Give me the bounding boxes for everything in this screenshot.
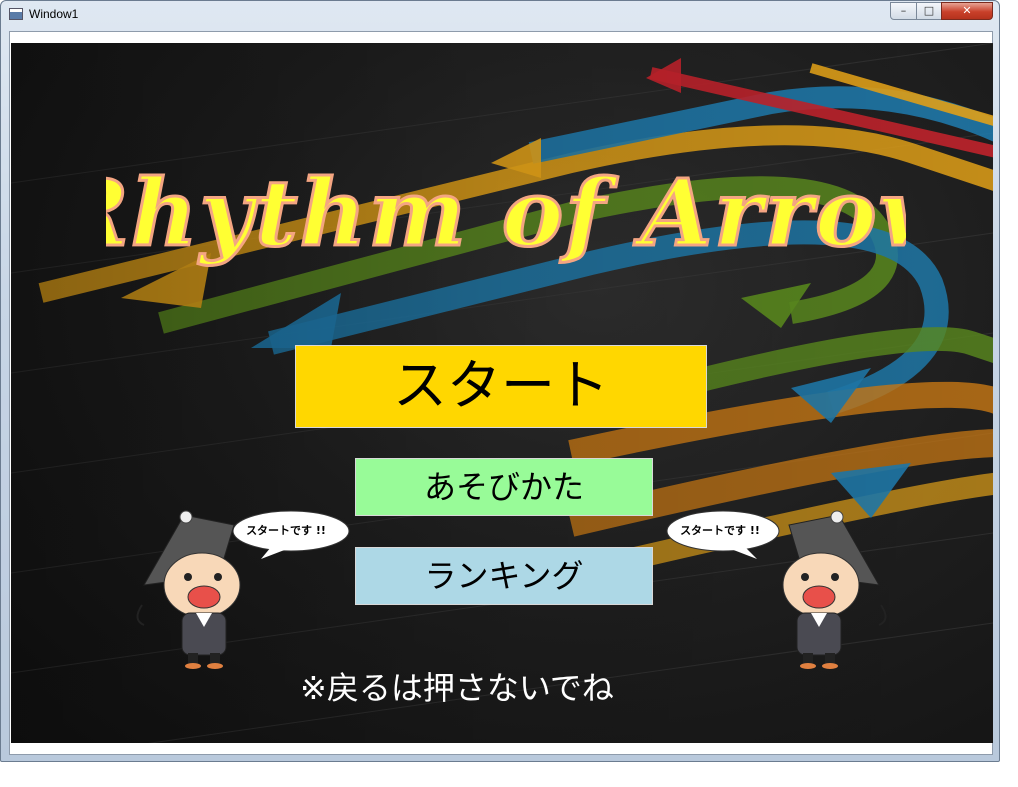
start-button[interactable]: スタート [295, 345, 707, 428]
ranking-button[interactable]: ランキング [355, 547, 653, 605]
notice-text: ※戻るは押さないでね [300, 669, 614, 707]
how-to-play-button[interactable]: あそびかた [355, 458, 653, 516]
window-title: Window1 [29, 7, 79, 21]
game-logo: Rhythm of Arrow [106, 158, 906, 269]
mascot-character-right [782, 510, 887, 669]
title-bar[interactable]: Window1 – □ ✕ [1, 1, 999, 29]
maximize-button[interactable]: □ [916, 2, 942, 20]
game-screen: Rhythm of Arrow スタート あそびかた ランキング ※戻るは押さな… [11, 43, 993, 743]
mascot-character-left [136, 510, 241, 669]
minimize-button[interactable]: – [890, 2, 917, 20]
window-icon [9, 8, 23, 20]
close-button[interactable]: ✕ [941, 2, 993, 20]
client-area: Rhythm of Arrow スタート あそびかた ランキング ※戻るは押さな… [9, 31, 993, 755]
app-window: Window1 – □ ✕ hythm of Arro スタート あそびかた ラ… [0, 0, 1000, 762]
logo-text: Rhythm of Arrow [106, 159, 906, 267]
